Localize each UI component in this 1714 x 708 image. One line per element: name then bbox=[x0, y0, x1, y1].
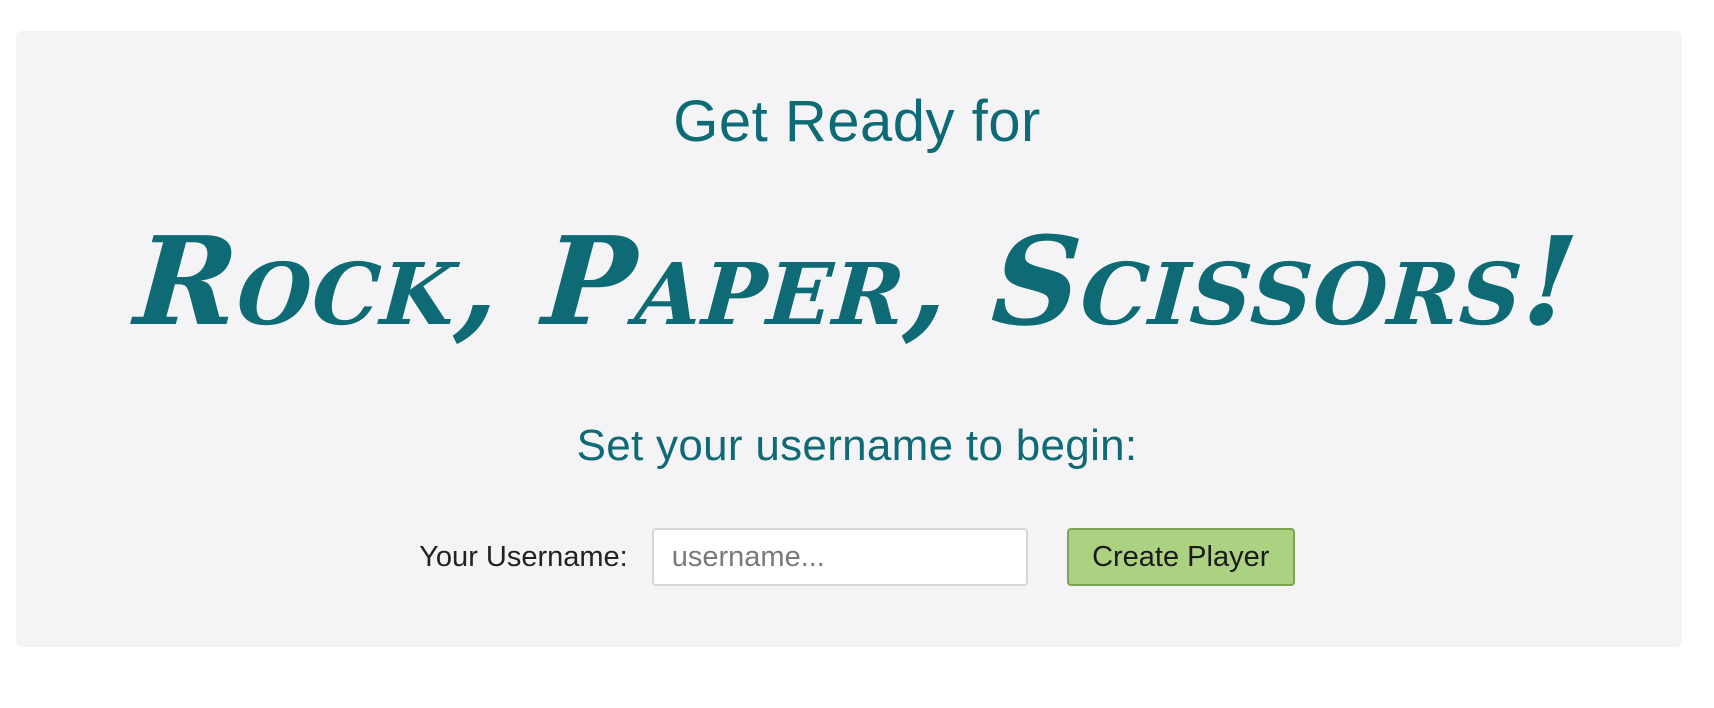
username-label: Your Username: bbox=[419, 540, 628, 573]
pre-title: Get Ready for bbox=[673, 89, 1041, 154]
username-prompt: Set your username to begin: bbox=[576, 421, 1138, 470]
create-player-button[interactable]: Create Player bbox=[1066, 528, 1295, 586]
username-form: Your Username: Create Player bbox=[0, 528, 1714, 586]
username-input[interactable] bbox=[651, 528, 1028, 586]
game-title: Rock, Paper, Scissors! bbox=[130, 209, 1584, 353]
